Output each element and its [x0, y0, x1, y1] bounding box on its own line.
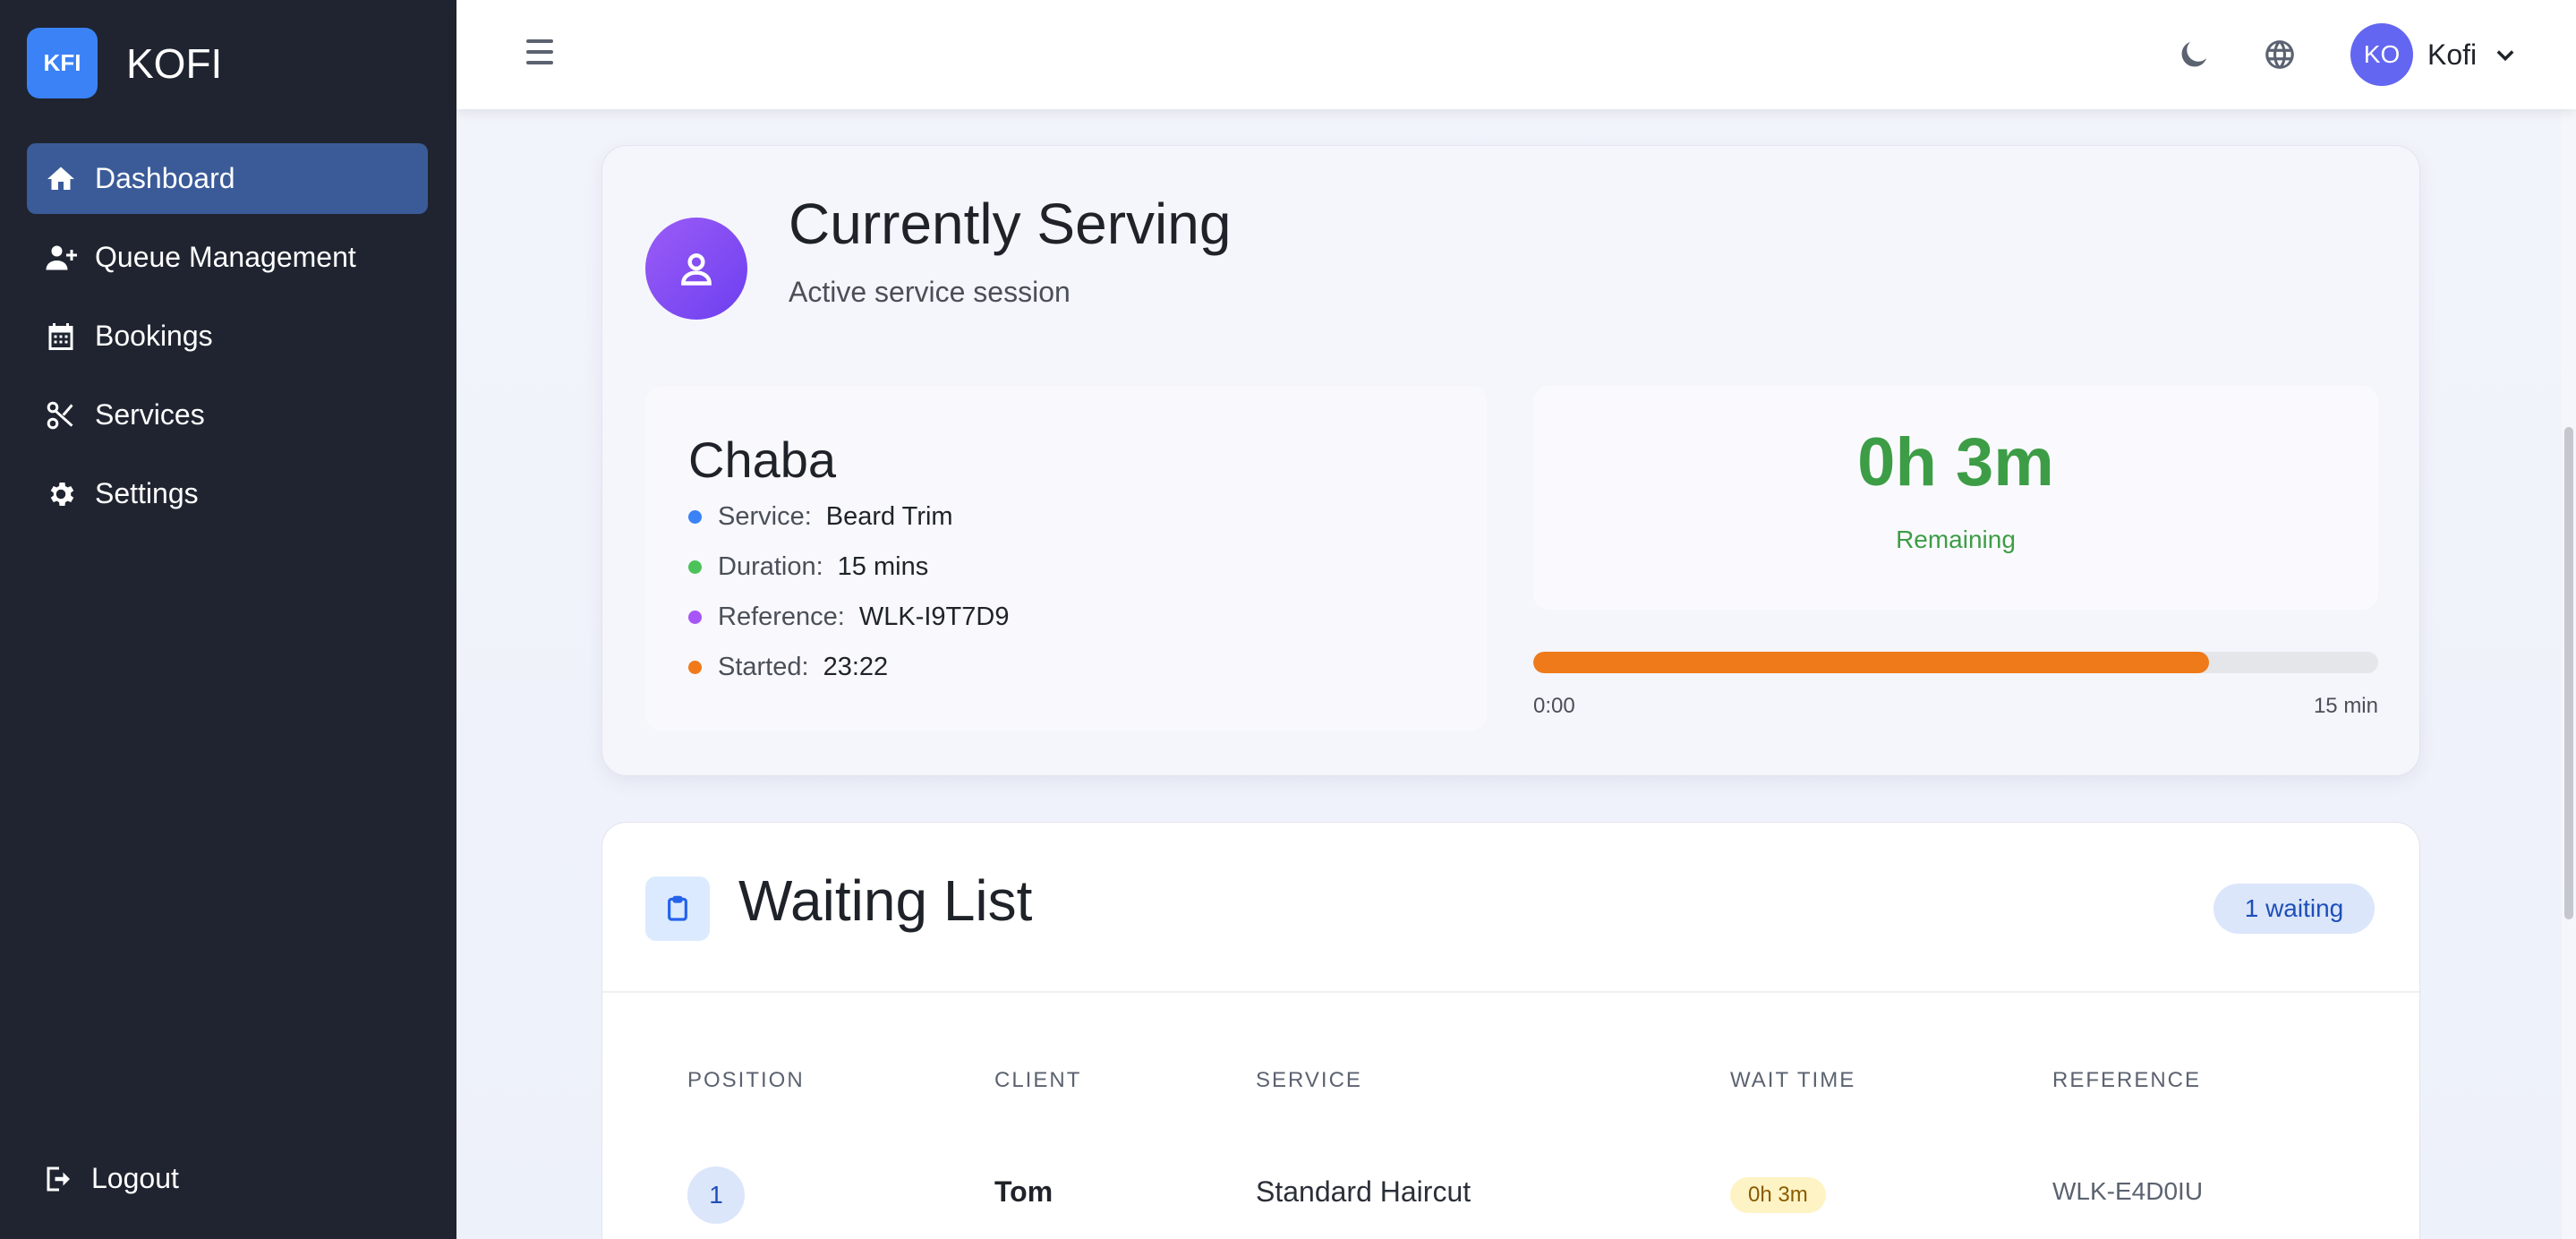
sidebar-item-settings[interactable]: Settings: [27, 458, 428, 529]
status-dot: [688, 661, 702, 674]
calendar-icon: [43, 319, 79, 355]
sidebar: KFI KOFI Dashboard Queue Management Book…: [0, 0, 456, 1239]
position-badge: 1: [687, 1166, 745, 1224]
sidebar-item-queue-management[interactable]: Queue Management: [27, 222, 428, 293]
detail-label: Duration:: [718, 552, 823, 581]
remaining-timer: 0h 3m: [1857, 424, 2054, 500]
sidebar-nav: Dashboard Queue Management Bookings Serv…: [27, 143, 428, 537]
sidebar-item-dashboard[interactable]: Dashboard: [27, 143, 428, 214]
detail-value: Beard Trim: [825, 502, 953, 531]
sidebar-item-label: Services: [95, 398, 205, 431]
wait-time-badge: 0h 3m: [1730, 1177, 1826, 1213]
sidebar-item-label: Dashboard: [95, 162, 235, 194]
status-dot: [688, 611, 702, 624]
clipboard-icon: [645, 876, 710, 941]
sidebar-item-label: Settings: [95, 477, 199, 509]
column-header-client[interactable]: CLIENT: [994, 1068, 1081, 1093]
client-name: Chaba: [688, 432, 837, 488]
sidebar-item-services[interactable]: Services: [27, 380, 428, 450]
sidebar-item-bookings[interactable]: Bookings: [27, 301, 428, 372]
progress-fill: [1533, 652, 2210, 673]
gear-icon: [43, 476, 79, 512]
avatar: KO: [2350, 23, 2413, 86]
waiting-count-badge: 1 waiting: [2213, 884, 2375, 934]
home-icon: [43, 161, 79, 197]
divider: [602, 991, 2419, 993]
menu-toggle-icon[interactable]: [526, 39, 553, 68]
waiting-list-card: Waiting List 1 waiting POSITION CLIENT S…: [601, 822, 2420, 1239]
main-content: Currently Serving Active service session…: [456, 109, 2576, 1239]
brand[interactable]: KFI KOFI: [27, 28, 222, 98]
detail-value: 15 mins: [837, 552, 929, 581]
detail-value: WLK-I9T7D9: [858, 602, 1010, 631]
column-header-wait-time[interactable]: WAIT TIME: [1730, 1068, 1855, 1093]
scrollbar-thumb[interactable]: [2564, 427, 2573, 919]
chevron-down-icon: [2493, 42, 2518, 67]
timer-panel: 0h 3m Remaining: [1533, 386, 2378, 610]
detail-label: Service:: [718, 502, 812, 531]
sidebar-item-label: Bookings: [95, 320, 213, 352]
section-subtitle: Active service session: [789, 276, 1070, 308]
detail-duration: Duration: 15 mins: [688, 552, 928, 582]
column-header-position[interactable]: POSITION: [687, 1068, 805, 1093]
currently-serving-card: Currently Serving Active service session…: [601, 145, 2420, 776]
progress-start-label: 0:00: [1533, 694, 1575, 718]
detail-started: Started: 23:22: [688, 653, 888, 682]
user-icon: [645, 218, 747, 320]
detail-label: Started:: [718, 653, 809, 681]
brand-name: KOFI: [126, 39, 223, 87]
status-dot: [688, 510, 702, 524]
logout-label: Logout: [91, 1162, 179, 1194]
user-name: Kofi: [2427, 38, 2478, 71]
scrollbar[interactable]: [2562, 109, 2576, 1239]
detail-value: 23:22: [823, 653, 889, 681]
timer-label: Remaining: [1896, 526, 2016, 553]
top-header: KO Kofi: [456, 0, 2576, 109]
progress-end-label: 15 min: [2313, 694, 2378, 718]
dark-mode-toggle-icon[interactable]: [2177, 38, 2211, 72]
brand-logo: KFI: [27, 28, 98, 98]
user-plus-icon: [43, 240, 79, 276]
column-header-service[interactable]: SERVICE: [1256, 1068, 1362, 1093]
logout-icon: [47, 1166, 70, 1191]
section-title: Waiting List: [738, 868, 1033, 933]
detail-reference: Reference: WLK-I9T7D9: [688, 602, 1009, 632]
service-cell: Standard Haircut: [1256, 1175, 1471, 1208]
client-details-panel: Chaba Service: Beard Trim Duration: 15 m…: [645, 386, 1487, 731]
sidebar-item-label: Queue Management: [95, 241, 356, 273]
logout-button[interactable]: Logout: [43, 1162, 179, 1195]
service-progress-bar: [1533, 652, 2378, 673]
reference-cell: WLK-E4D0IU: [2052, 1177, 2204, 1205]
scissors-icon: [43, 397, 79, 433]
section-title: Currently Serving: [789, 192, 1232, 256]
detail-service: Service: Beard Trim: [688, 502, 953, 532]
status-dot: [688, 560, 702, 574]
detail-label: Reference:: [718, 602, 845, 631]
client-cell: Tom: [994, 1175, 1053, 1208]
globe-icon[interactable]: [2263, 38, 2297, 72]
user-menu[interactable]: KO Kofi: [2350, 23, 2518, 86]
column-header-reference[interactable]: REFERENCE: [2052, 1068, 2201, 1093]
